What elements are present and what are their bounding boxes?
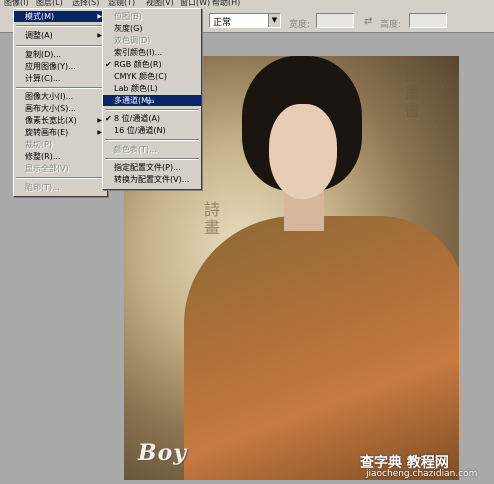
- menu-divider: [105, 139, 199, 141]
- image-menu-apply-image[interactable]: 应用图像(Y)...: [14, 61, 107, 72]
- image-menu-image-size[interactable]: 图像大小(I)...: [14, 91, 107, 102]
- mode-cmyk-color[interactable]: CMYK 颜色(C): [103, 71, 201, 82]
- menu-layer[interactable]: 图层(L): [36, 0, 63, 8]
- image-menu-trim[interactable]: 修整(R)...: [14, 151, 107, 162]
- robe-shape: [184, 216, 459, 480]
- watermark-url: jiaocheng.chazidian.com: [366, 469, 478, 479]
- image-menu-trap: 陷印(T)...: [25, 183, 60, 192]
- mode-grayscale[interactable]: 灰度(G): [103, 23, 201, 34]
- menu-divider: [105, 109, 199, 111]
- menu-window[interactable]: 窗口(W): [180, 0, 210, 8]
- menu-divider: [16, 45, 105, 47]
- mode-color-table: 颜色表(T)...: [114, 145, 157, 154]
- calligraphy-decoration: 詩畫: [204, 200, 221, 237]
- menu-view[interactable]: 视图(V): [146, 0, 174, 8]
- mode-convert-profile[interactable]: 转换为配置文件(V)...: [103, 174, 201, 185]
- height-input[interactable]: [409, 13, 447, 28]
- mode-duotone: 双色调(D): [114, 36, 151, 45]
- menu-select[interactable]: 选择(S): [72, 0, 99, 8]
- mode-assign-profile[interactable]: 指定配置文件(P)...: [103, 162, 201, 173]
- image-menu-duplicate[interactable]: 复制(D)...: [14, 49, 107, 60]
- watermark: 查字典 教程网 jiaocheng.chazidian.com: [360, 452, 490, 484]
- mode-rgb-color[interactable]: ✔ RGB 颜色(R): [103, 59, 201, 70]
- height-label: 高度:: [380, 20, 402, 30]
- menu-divider: [16, 177, 105, 179]
- menu-divider: [16, 87, 105, 89]
- image-menu-pixel-aspect[interactable]: 像素长宽比(X) ▶: [14, 115, 107, 126]
- mode-8-bit[interactable]: ✔ 8 位/通道(A): [103, 113, 201, 124]
- image-menu-calculations[interactable]: 计算(C)...: [14, 73, 107, 84]
- menu-image[interactable]: 图像(I): [4, 0, 29, 8]
- mode-indexed-color[interactable]: 索引颜色(I)...: [103, 47, 201, 58]
- checkmark-icon: ✔: [105, 60, 112, 69]
- image-menu-adjust[interactable]: 调整(A) ▶: [14, 30, 107, 41]
- pointer-arrow-icon: ⇦: [146, 97, 155, 108]
- image-menu-crop: 裁切(P): [25, 140, 53, 149]
- menu-divider: [105, 158, 199, 160]
- chevron-down-icon[interactable]: ▼: [268, 14, 280, 27]
- mode-bitmap: 位图(B): [114, 12, 142, 21]
- signature-logo: Boy: [138, 440, 188, 466]
- image-menu-mode[interactable]: 模式(M) ▶: [14, 11, 107, 22]
- image-menu-canvas-size[interactable]: 画布大小(S)...: [14, 103, 107, 114]
- menu-help[interactable]: 帮助(H): [212, 0, 240, 8]
- width-label: 宽度:: [289, 20, 311, 30]
- menu-filter[interactable]: 滤镜(T): [108, 0, 135, 8]
- swap-icon[interactable]: ⇄: [364, 16, 372, 27]
- image-menu-rotate-canvas[interactable]: 旋转画布(E) ▶: [14, 127, 107, 138]
- mode-16-bit[interactable]: 16 位/通道(N): [103, 125, 201, 136]
- calligraphy-decoration: 帖畫亭: [434, 75, 451, 130]
- face-shape: [269, 104, 337, 199]
- image-menu-reveal-all: 显示全部(V): [25, 164, 69, 173]
- width-input[interactable]: [316, 13, 354, 28]
- menu-divider: [16, 25, 105, 27]
- mode-select-value: 正常: [213, 18, 232, 28]
- calligraphy-decoration: 書畫書: [404, 65, 421, 120]
- menu-bar: 图像(I) 图层(L) 选择(S) 滤镜(T) 视图(V) 窗口(W) 帮助(H…: [0, 0, 494, 8]
- mode-lab-color[interactable]: Lab 颜色(L): [103, 83, 201, 94]
- checkmark-icon: ✔: [105, 114, 112, 123]
- image-menu: 模式(M) ▶ 调整(A) ▶ 复制(D)... 应用图像(Y)... 计算(C).…: [13, 8, 108, 197]
- mode-select[interactable]: 正常 ▼: [209, 13, 281, 28]
